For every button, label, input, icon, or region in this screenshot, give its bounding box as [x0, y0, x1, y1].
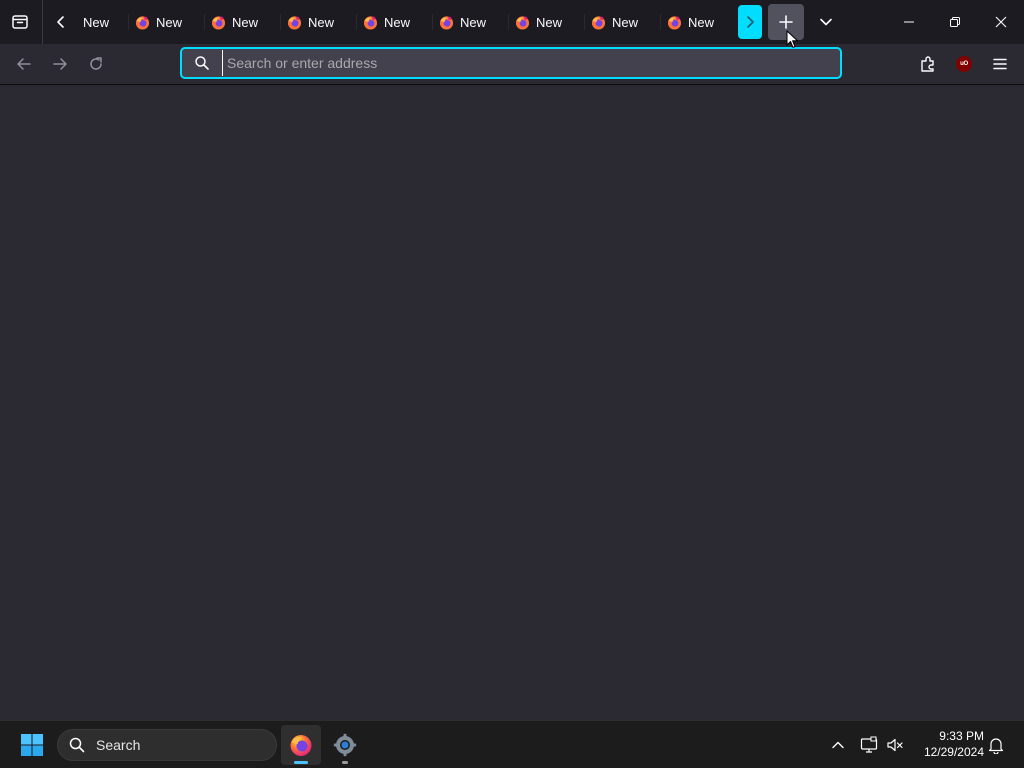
tab-separator — [508, 14, 509, 30]
firefox-icon — [135, 15, 150, 30]
minimize-button[interactable] — [886, 0, 932, 44]
taskbar-clock[interactable]: 9:33 PM 12/29/2024 — [912, 728, 984, 760]
hamburger-menu-icon — [993, 58, 1007, 70]
browser-tab[interactable]: New — [363, 0, 439, 44]
firefox-icon — [211, 15, 226, 30]
tab-label: New — [232, 14, 259, 30]
tray-volume-button[interactable] — [882, 729, 908, 761]
taskbar-app-settings[interactable] — [325, 725, 365, 765]
taskbar-search-label: Search — [96, 737, 141, 753]
firefox-icon — [515, 15, 530, 30]
reload-icon — [90, 57, 102, 70]
taskbar-app-firefox[interactable] — [281, 725, 321, 765]
minimize-icon — [904, 21, 914, 23]
start-button[interactable] — [12, 727, 52, 763]
active-app-indicator — [294, 761, 308, 764]
address-input[interactable] — [222, 50, 840, 76]
forward-arrow-icon — [53, 58, 67, 70]
clock-time: 9:33 PM — [939, 729, 984, 743]
tab-label: New — [308, 14, 335, 30]
reload-button[interactable] — [80, 48, 112, 80]
ublock-origin-button[interactable]: uO — [948, 48, 980, 80]
list-all-tabs-button[interactable] — [808, 4, 844, 40]
browser-tab[interactable]: New — [439, 0, 515, 44]
firefox-view-icon — [12, 15, 28, 29]
tab-separator — [356, 14, 357, 30]
tab-label: New — [156, 14, 183, 30]
tab-separator — [660, 14, 661, 30]
firefox-icon — [667, 15, 682, 30]
bell-icon — [988, 738, 1004, 754]
tab-strip: New New New New New New New New New — [0, 0, 1024, 44]
forward-button[interactable] — [44, 48, 76, 80]
chevron-down-icon — [820, 18, 832, 26]
tab-separator — [204, 14, 205, 30]
scroll-tabs-right-button[interactable] — [738, 5, 762, 39]
notifications-button[interactable] — [983, 729, 1009, 761]
browser-tab[interactable]: New — [667, 0, 734, 44]
scroll-tabs-left-button[interactable] — [44, 4, 78, 40]
clock-date: 12/29/2024 — [923, 745, 984, 759]
page-content — [0, 85, 1024, 720]
tab-label: New — [536, 14, 563, 30]
show-hidden-icons-button[interactable] — [825, 729, 851, 761]
search-icon — [182, 48, 222, 78]
firefox-icon — [591, 15, 606, 30]
navigation-toolbar: uO — [0, 44, 1024, 85]
puzzle-piece-icon — [921, 56, 934, 72]
firefox-icon — [363, 15, 378, 30]
browser-tab[interactable]: New — [287, 0, 363, 44]
firefox-icon — [290, 735, 312, 756]
back-button[interactable] — [8, 48, 40, 80]
windows-logo-icon — [21, 734, 43, 756]
tab-label: New — [688, 14, 715, 30]
restore-button[interactable] — [932, 0, 978, 44]
tab-label: New — [384, 14, 411, 30]
running-app-indicator — [342, 761, 348, 764]
ublock-origin-icon: uO — [956, 56, 972, 72]
search-icon — [58, 737, 96, 753]
address-bar[interactable] — [181, 48, 841, 78]
browser-tab[interactable]: New — [78, 0, 135, 44]
new-tab-button[interactable] — [768, 4, 804, 40]
extensions-button[interactable] — [912, 48, 944, 80]
browser-tab[interactable]: New — [515, 0, 591, 44]
tab-list: New New New New New New New New New — [78, 0, 734, 44]
restore-icon — [950, 17, 960, 27]
back-arrow-icon — [17, 58, 31, 70]
plus-icon — [779, 15, 793, 29]
tab-separator — [280, 14, 281, 30]
chevron-up-icon — [832, 741, 844, 749]
browser-tab[interactable]: New — [135, 0, 211, 44]
windows-taskbar: Search 9:33 PM 12/29/2024 — [0, 720, 1024, 768]
browser-tab[interactable]: New — [591, 0, 667, 44]
tab-label: New — [460, 14, 487, 30]
tab-label: New — [612, 14, 639, 30]
browser-tab[interactable]: New — [211, 0, 287, 44]
tab-separator — [128, 14, 129, 30]
firefox-icon — [287, 15, 302, 30]
chevron-right-icon — [747, 16, 754, 28]
app-menu-button[interactable] — [984, 48, 1016, 80]
speaker-muted-icon — [887, 738, 903, 752]
tab-strip-divider — [42, 0, 43, 44]
settings-icon — [333, 733, 357, 757]
taskbar-search-box[interactable]: Search — [57, 729, 277, 761]
close-window-button[interactable] — [978, 0, 1024, 44]
tray-display-button[interactable] — [856, 729, 882, 761]
chevron-left-icon — [57, 16, 64, 28]
tab-separator — [584, 14, 585, 30]
monitor-icon — [860, 736, 878, 753]
firefox-icon — [439, 15, 454, 30]
close-icon — [995, 16, 1007, 28]
tab-label: New — [83, 14, 110, 30]
tab-separator — [432, 14, 433, 30]
firefox-view-button[interactable] — [2, 4, 38, 40]
